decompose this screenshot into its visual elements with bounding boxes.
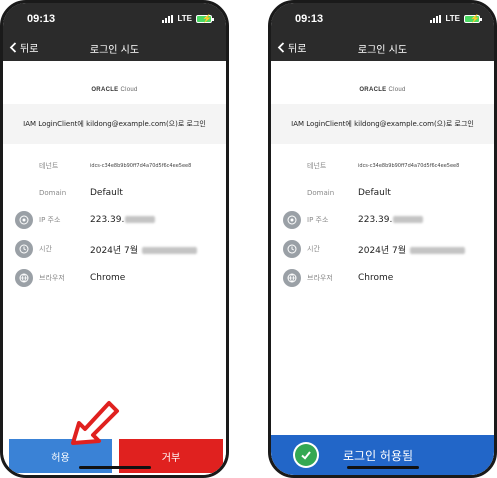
network-label: LTE [177, 14, 192, 23]
domain-value: Default [358, 188, 391, 198]
tenant-value: idcs-c34e8b9b90ff7d4a70d5f6c4ee5ee8 [90, 163, 192, 169]
network-icon [15, 211, 33, 229]
oracle-cloud-logo: ORACLE Cloud [359, 87, 406, 93]
status-bar: 09:13 LTE ⚡ [271, 3, 494, 33]
battery-icon: ⚡ [464, 14, 482, 23]
detail-row-browser: 브라우저 Chrome [271, 267, 494, 289]
status-bar: 09:13 LTE ⚡ [3, 3, 226, 33]
ip-label: IP 주소 [307, 216, 329, 224]
status-indicators: LTE ⚡ [162, 14, 214, 23]
browser-label: 브라우저 [39, 274, 65, 282]
pointer-arrow-icon [71, 401, 119, 445]
status-time: 09:13 [27, 13, 56, 25]
login-allowed-text: 로그인 허용됨 [343, 448, 414, 463]
browser-value: Chrome [358, 273, 394, 283]
detail-row-domain: Domain Default [271, 182, 494, 204]
page-title: 로그인 시도 [357, 45, 408, 56]
login-attempt-content: ORACLE Cloud IAM LoginClient에 kildong@ex… [271, 61, 494, 475]
home-indicator [346, 466, 419, 469]
status-time: 09:13 [295, 13, 324, 25]
tenant-label: 테넌트 [39, 162, 59, 170]
phone-screen: 09:13 LTE ⚡ 뒤로 로그인 시도 ORACLE Cloud IAM L… [271, 3, 494, 475]
detail-row-domain: Domain Default [3, 182, 226, 204]
ip-label: IP 주소 [39, 216, 61, 224]
domain-label: Domain [39, 189, 67, 197]
redacted-time [141, 246, 197, 254]
redacted-time [409, 246, 465, 254]
browser-label: 브라우저 [307, 274, 333, 282]
redacted-ip [393, 216, 424, 223]
signal-icon [430, 14, 442, 23]
ip-value: 223.39. [358, 215, 424, 225]
globe-icon [15, 269, 33, 287]
ip-value: 223.39. [90, 215, 156, 225]
battery-icon: ⚡ [196, 14, 214, 23]
home-indicator [78, 466, 151, 469]
time-value: 2024년 7월 [358, 243, 465, 256]
domain-label: Domain [307, 189, 335, 197]
browser-value: Chrome [90, 273, 126, 283]
tenant-label: 테넌트 [307, 162, 327, 170]
nav-bar: 뒤로 로그인 시도 [3, 33, 226, 61]
login-request-text: IAM LoginClient에 kildong@example.com(으)로… [291, 120, 474, 128]
globe-icon [283, 269, 301, 287]
time-value: 2024년 7월 [90, 243, 197, 256]
clock-icon [15, 240, 33, 258]
login-request-text: IAM LoginClient에 kildong@example.com(으)로… [23, 120, 206, 128]
phone-screen: 09:13 LTE ⚡ 뒤로 로그인 시도 ORACLE Cloud IAM L… [3, 3, 226, 475]
time-label: 시간 [307, 245, 320, 253]
login-allowed-banner: 로그인 허용됨 [271, 435, 494, 475]
network-label: LTE [445, 14, 460, 23]
detail-row-browser: 브라우저 Chrome [3, 267, 226, 289]
checkmark-icon [293, 442, 319, 468]
detail-row-time: 시간 2024년 7월 [271, 238, 494, 260]
domain-value: Default [90, 188, 123, 198]
phone-frame-right: 09:13 LTE ⚡ 뒤로 로그인 시도 ORACLE Cloud IAM L… [268, 0, 497, 478]
network-icon [283, 211, 301, 229]
signal-icon [162, 14, 174, 23]
time-label: 시간 [39, 245, 52, 253]
detail-row-ip: IP 주소 223.39. [3, 209, 226, 231]
page-title: 로그인 시도 [89, 45, 140, 56]
phone-frame-left: 09:13 LTE ⚡ 뒤로 로그인 시도 ORACLE Cloud IAM L… [0, 0, 229, 478]
detail-row-ip: IP 주소 223.39. [271, 209, 494, 231]
nav-bar: 뒤로 로그인 시도 [271, 33, 494, 61]
tenant-value: idcs-c34e8b9b90ff7d4a70d5f6c4ee5ee8 [358, 163, 460, 169]
clock-icon [283, 240, 301, 258]
detail-row-tenant: 테넌트 idcs-c34e8b9b90ff7d4a70d5f6c4ee5ee8 [271, 155, 494, 177]
redacted-ip [125, 216, 156, 223]
status-indicators: LTE ⚡ [430, 14, 482, 23]
detail-row-tenant: 테넌트 idcs-c34e8b9b90ff7d4a70d5f6c4ee5ee8 [3, 155, 226, 177]
oracle-cloud-logo: ORACLE Cloud [91, 87, 138, 93]
detail-row-time: 시간 2024년 7월 [3, 238, 226, 260]
